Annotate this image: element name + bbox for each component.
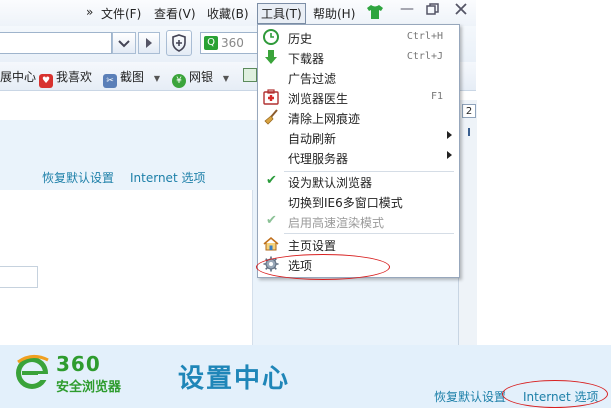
- check-icon: ✔: [266, 173, 277, 188]
- check-icon: ✔: [266, 213, 277, 228]
- restore-defaults-link-bottom[interactable]: 恢复默认设置: [434, 388, 506, 405]
- menu-tools[interactable]: 工具(T): [257, 3, 306, 24]
- settings-input[interactable]: [0, 266, 38, 288]
- restore-defaults-link[interactable]: 恢复默认设置: [42, 169, 114, 186]
- menu-view[interactable]: 查看(V): [154, 5, 196, 22]
- home-icon: [263, 236, 279, 252]
- menu-item-downloader[interactable]: 下载器 Ctrl+J: [258, 47, 459, 67]
- menu-item-set-default-browser[interactable]: ✔ 设为默认浏览器: [258, 171, 459, 191]
- search-engine-icon[interactable]: Q: [204, 36, 218, 50]
- menu-help[interactable]: 帮助(H): [313, 5, 355, 22]
- heart-icon: ♥: [39, 74, 53, 88]
- search-placeholder: 360: [221, 36, 244, 50]
- menu-item-proxy-server[interactable]: 代理服务器: [258, 147, 459, 167]
- download-arrow-icon: [263, 49, 279, 65]
- scrollbar-handle[interactable]: [468, 128, 476, 136]
- menu-item-ie6-multiwindow[interactable]: 切换到IE6多窗口模式: [258, 191, 459, 211]
- skin-shirt-icon[interactable]: [366, 4, 384, 23]
- annotation-ellipse-internet-options: [502, 380, 608, 408]
- submenu-arrow-icon: [447, 131, 452, 139]
- address-input[interactable]: [0, 32, 112, 54]
- restore-window-icon[interactable]: [426, 3, 439, 20]
- broom-icon: [263, 109, 279, 125]
- first-aid-icon: [263, 89, 279, 105]
- screenshot-icon: ✂: [103, 74, 117, 88]
- bank-icon: ¥: [172, 74, 186, 88]
- menu-item-label: 广告过滤: [288, 72, 337, 86]
- search-input[interactable]: Q 360: [200, 32, 260, 54]
- menu-item-label: 主页设置: [288, 239, 337, 253]
- favorite-label: 我喜欢: [56, 70, 93, 84]
- close-icon[interactable]: [455, 3, 467, 19]
- chevron-down-icon[interactable]: ▼: [223, 74, 229, 83]
- menu-item-label: 下载器: [288, 52, 325, 66]
- menu-file[interactable]: 文件(F): [101, 5, 141, 22]
- favorite-label: 截图: [120, 70, 145, 84]
- menu-item-label: 自动刷新: [288, 132, 337, 146]
- menu-item-browser-doctor[interactable]: 浏览器医生 F1: [258, 87, 459, 107]
- menu-overflow-chevron[interactable]: »: [86, 5, 93, 19]
- menu-item-history[interactable]: 历史 Ctrl+H: [258, 27, 459, 47]
- favorite-item-like[interactable]: ♥ 我喜欢: [39, 68, 92, 88]
- tools-dropdown-menu: 历史 Ctrl+H 下载器 Ctrl+J 广告过滤 浏览器医生 F1 清除上网痕…: [257, 24, 460, 278]
- menu-item-label: 启用高速渲染模式: [288, 216, 385, 230]
- page-title: 设置中心: [178, 364, 291, 394]
- clock-icon: [263, 29, 279, 45]
- menu-item-label: 切换到IE6多窗口模式: [288, 196, 403, 210]
- menu-item-clear-traces[interactable]: 清除上网痕迹: [258, 107, 459, 127]
- menu-item-shortcut: Ctrl+J: [406, 51, 443, 62]
- menu-item-label: 浏览器医生: [288, 92, 349, 106]
- menu-item-fast-render: ✔ 启用高速渲染模式: [258, 211, 459, 231]
- menu-item-label: 清除上网痕迹: [288, 112, 361, 126]
- menu-item-shortcut: Ctrl+H: [406, 31, 443, 42]
- annotation-ellipse-options: [256, 254, 390, 280]
- address-dropdown-button[interactable]: [112, 32, 136, 54]
- menu-item-homepage-settings[interactable]: 主页设置: [258, 234, 459, 254]
- logo-text: 安全浏览器: [56, 380, 122, 395]
- favorite-item-partial[interactable]: 展中心: [0, 68, 36, 85]
- chevron-down-icon[interactable]: ▼: [154, 74, 160, 83]
- menu-item-ad-filter[interactable]: 广告过滤: [258, 67, 459, 87]
- menu-item-label: 代理服务器: [288, 152, 349, 166]
- favorite-label: 网银: [189, 70, 214, 84]
- security-shield-button[interactable]: [166, 30, 192, 56]
- app-extension-icon[interactable]: [243, 68, 257, 82]
- go-button[interactable]: [138, 32, 160, 54]
- side-scroll-edge: [458, 100, 477, 345]
- submenu-arrow-icon: [447, 151, 452, 159]
- favorite-item-bank[interactable]: ¥ 网银 ▼: [172, 68, 229, 88]
- favorite-item-screenshot[interactable]: ✂ 截图 ▼: [103, 68, 160, 88]
- menu-item-label: 历史: [288, 32, 313, 46]
- menu-item-auto-refresh[interactable]: 自动刷新: [258, 127, 459, 147]
- menu-bar: » 文件(F) 查看(V) 收藏(B) 工具(T) 帮助(H) —: [0, 0, 476, 26]
- menu-item-shortcut: F1: [430, 91, 443, 102]
- minimize-icon[interactable]: —: [400, 1, 414, 17]
- browser-logo-icon: [12, 352, 52, 392]
- menu-favorites[interactable]: 收藏(B): [207, 5, 249, 22]
- tab-count-badge[interactable]: 2: [462, 104, 476, 118]
- internet-options-link[interactable]: Internet 选项: [130, 169, 205, 186]
- logo-number: 360: [56, 352, 101, 376]
- menu-item-label: 设为默认浏览器: [288, 176, 373, 190]
